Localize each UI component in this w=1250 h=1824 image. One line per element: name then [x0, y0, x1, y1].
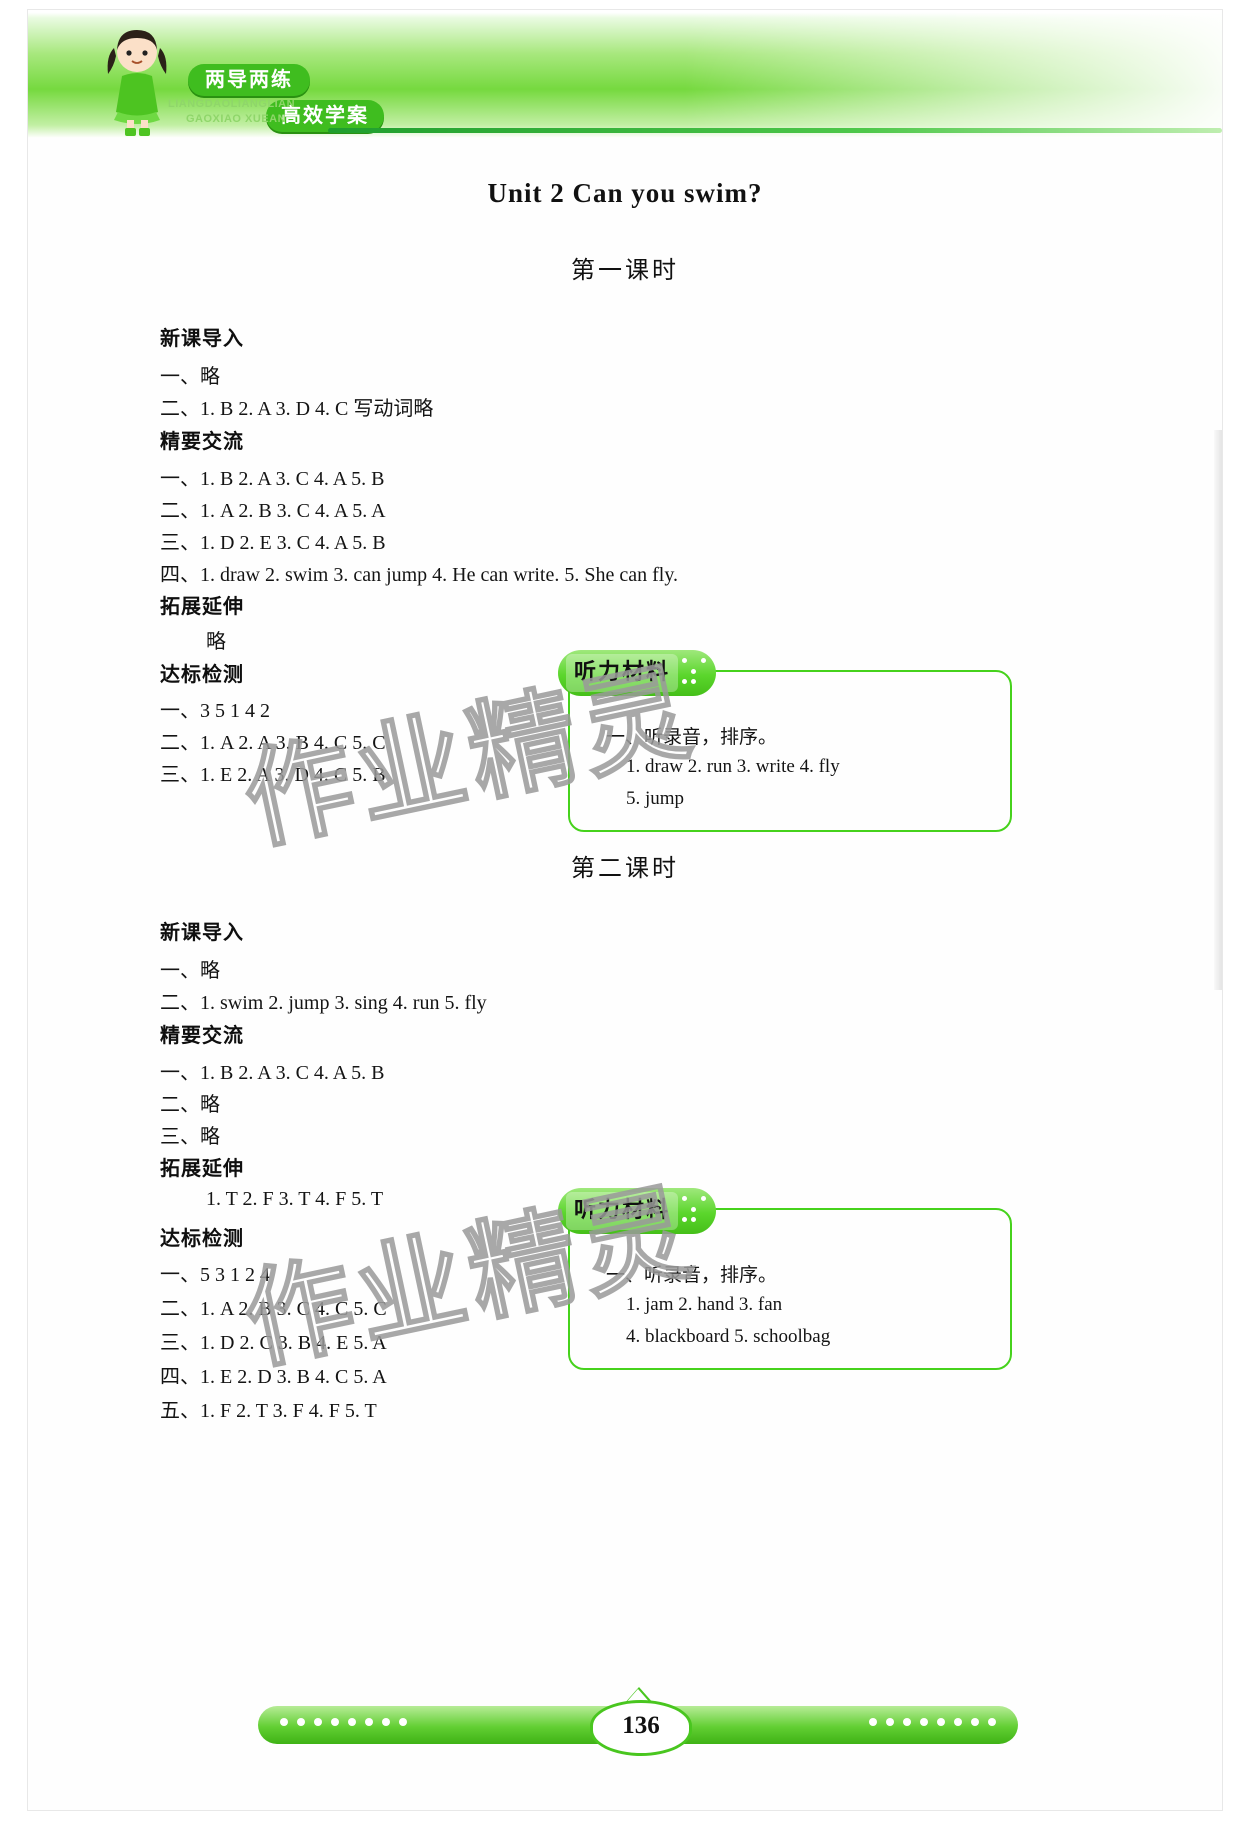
- lesson-1-section-1-line-3: 四、1. draw 2. swim 3. can jump 4. He can …: [160, 564, 679, 586]
- lesson-2-section-3-line-1: 二、1. A 2. B 3. C 4. C 5. C: [160, 1298, 387, 1320]
- lesson-1-section-0-heading: 新课导入: [160, 326, 244, 350]
- lesson-1-section-2-line-0: 略: [206, 631, 226, 653]
- lesson-1-section-1-line-0: 一、1. B 2. A 3. C 4. A 5. B: [160, 468, 385, 490]
- lesson-2-section-1-line-1: 二、略: [160, 1094, 220, 1116]
- worksheet-page: 两导两练 高效学案 LIANGDAOLIANGLIAN GAOXIAO XUEA…: [28, 10, 1222, 1810]
- lesson-2-section-3-line-0: 一、5 3 1 2 4: [160, 1264, 270, 1286]
- lesson-2-title: 第二课时: [571, 854, 679, 882]
- footer-dots-right: [869, 1718, 996, 1726]
- lesson-2-section-0-line-0: 一、略: [160, 960, 220, 982]
- lesson-2-section-1-heading: 精要交流: [160, 1023, 244, 1047]
- header-underline: [328, 128, 1222, 133]
- lesson-1-section-3-line-2: 三、1. E 2. A 3. D 4. C 5. B: [160, 764, 386, 786]
- lesson-1-section-1-heading: 精要交流: [160, 429, 244, 453]
- brand-pinyin-secondary: GAOXIAO XUEAN: [186, 113, 287, 125]
- page-number: 136: [590, 1700, 692, 1756]
- lesson-1-section-1-line-1: 二、1. A 2. B 3. C 4. A 5. A: [160, 500, 386, 522]
- lesson-2-section-0-line-1: 二、1. swim 2. jump 3. sing 4. run 5. fly: [160, 992, 487, 1014]
- brand-pinyin-primary: LIANGDAOLIANGLIAN: [168, 98, 296, 110]
- lesson-1-section-0-line-1: 二、1. B 2. A 3. D 4. C 写动词略: [160, 398, 434, 420]
- lesson-1-section-1-line-2: 三、1. D 2. E 3. C 4. A 5. B: [160, 532, 386, 554]
- lesson-1-section-3-line-1: 二、1. A 2. A 3. B 4. C 5. C: [160, 732, 386, 754]
- listening-tab-label-1: 听力材料: [566, 654, 679, 692]
- lesson-2-section-3-line-4: 五、1. F 2. T 3. F 4. F 5. T: [160, 1400, 377, 1422]
- lesson-1-section-0-line-0: 一、略: [160, 366, 220, 388]
- page-footer: 136: [258, 1687, 1018, 1756]
- listening-tab-label-2: 听力材料: [566, 1192, 679, 1230]
- brand-pill-primary: 两导两练: [188, 64, 310, 96]
- lesson-2-section-2-heading: 拓展延伸: [160, 1156, 244, 1180]
- listening-material-tab-1: 听力材料: [558, 650, 716, 696]
- page-title: Unit 2 Can you swim?: [487, 178, 763, 208]
- braille-dots-icon-1: [682, 658, 708, 688]
- listening-1-line-1: 1. draw 2. run 3. write 4. fly: [626, 756, 840, 777]
- lesson-2-section-3-line-2: 三、1. D 2. C 3. B 4. E 5. A: [160, 1332, 387, 1354]
- braille-dots-icon-2: [682, 1196, 708, 1226]
- footer-dots-left: [280, 1718, 407, 1726]
- lesson-2-section-0-heading: 新课导入: [160, 920, 244, 944]
- lesson-1-section-2-heading: 拓展延伸: [160, 594, 244, 618]
- lesson-2-section-2-line-0: 1. T 2. F 3. T 4. F 5. T: [206, 1188, 384, 1210]
- girl-mascot-icon: [107, 30, 167, 136]
- listening-2-line-0: 一、听录音，排序。: [606, 1265, 778, 1286]
- listening-2-line-1: 1. jam 2. hand 3. fan: [626, 1294, 783, 1315]
- listening-material-tab-2: 听力材料: [558, 1188, 716, 1234]
- lesson-2-section-3-line-3: 四、1. E 2. D 3. B 4. C 5. A: [160, 1366, 387, 1388]
- lesson-1-title: 第一课时: [571, 256, 679, 284]
- lesson-2-section-1-line-2: 三、略: [160, 1126, 220, 1148]
- listening-1-line-0: 一、听录音，排序。: [606, 727, 778, 748]
- listening-1-line-2: 5. jump: [626, 788, 685, 809]
- lesson-1-section-3-heading: 达标检测: [160, 662, 244, 686]
- lesson-1-section-3-line-0: 一、3 5 1 4 2: [160, 700, 270, 722]
- listening-2-line-2: 4. blackboard 5. schoolbag: [626, 1326, 831, 1347]
- lesson-2-section-3-heading: 达标检测: [160, 1226, 244, 1250]
- page-edge-shadow: [1214, 430, 1222, 990]
- lesson-2-section-1-line-0: 一、1. B 2. A 3. C 4. A 5. B: [160, 1062, 385, 1084]
